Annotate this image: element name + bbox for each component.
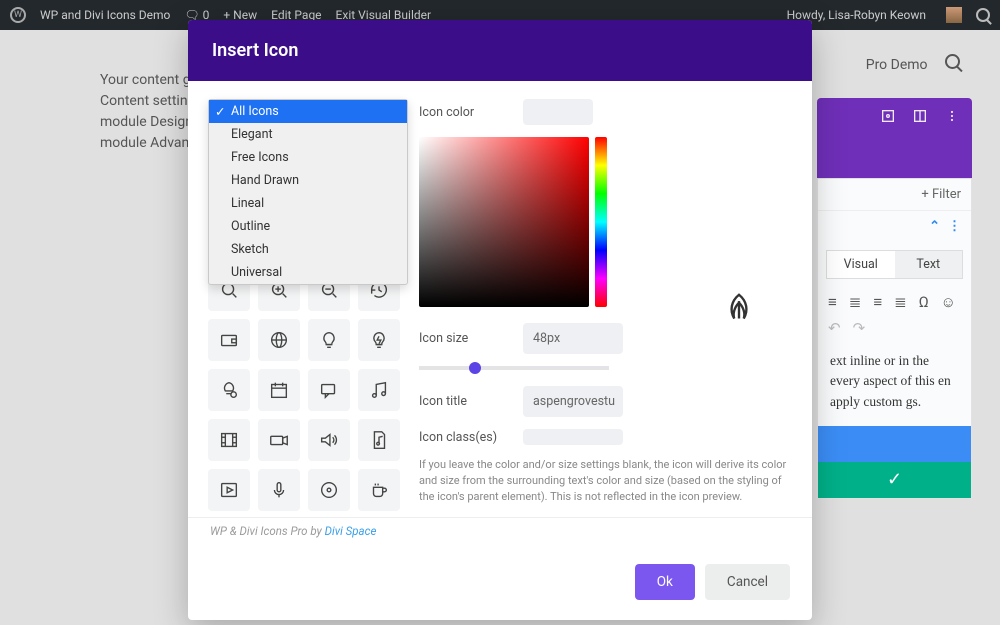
expand-icon[interactable]: [880, 108, 896, 124]
ok-button[interactable]: Ok: [635, 564, 695, 600]
insert-icon-modal: Insert Icon All Icons Elegant Free Icons…: [188, 20, 812, 620]
collapse-icon[interactable]: ⌃: [929, 219, 940, 234]
dropdown-option[interactable]: Hand Drawn: [209, 169, 407, 192]
dropdown-option[interactable]: Free Icons: [209, 146, 407, 169]
icon-classes-label: Icon class(es): [419, 430, 509, 445]
icon-classes-field[interactable]: [523, 429, 623, 445]
dropdown-option[interactable]: Elegant: [209, 123, 407, 146]
icon-pack-dropdown[interactable]: All Icons Elegant Free Icons Hand Drawn …: [208, 99, 408, 285]
icon-size-label: Icon size: [419, 331, 509, 346]
module-header-strip: [817, 98, 972, 178]
dropdown-option[interactable]: Outline: [209, 215, 407, 238]
blue-bar[interactable]: [818, 426, 971, 462]
help-text: If you leave the color and/or size setti…: [419, 457, 792, 505]
icon-size-field[interactable]: 48px: [523, 323, 623, 354]
search-icon[interactable]: [976, 8, 990, 22]
icon-title-field[interactable]: aspengrovestu: [523, 386, 623, 417]
icon-color-label: Icon color: [419, 105, 509, 120]
icon-play[interactable]: [208, 469, 250, 511]
dropdown-option[interactable]: Universal: [209, 261, 407, 284]
more-icon[interactable]: [944, 108, 960, 124]
align-center-icon[interactable]: ≣: [849, 293, 862, 311]
icon-mug[interactable]: [358, 469, 400, 511]
slider-thumb[interactable]: [469, 362, 481, 374]
icon-film[interactable]: [208, 419, 250, 461]
pro-demo-label: Pro Demo: [866, 54, 960, 76]
icon-mic[interactable]: [258, 469, 300, 511]
icon-wallet[interactable]: [208, 319, 250, 361]
align-justify-icon[interactable]: ≣: [894, 293, 907, 311]
editor-toolbar: ≡ ≣ ≡ ≣ Ω ☺ ↶ ↷: [818, 287, 971, 343]
align-left-icon[interactable]: ≡: [828, 293, 837, 311]
dropdown-option[interactable]: All Icons: [209, 100, 407, 123]
footer-note: WP & Divi Icons Pro by Divi Space: [188, 517, 812, 552]
filter-button[interactable]: + Filter: [818, 179, 971, 211]
color-picker[interactable]: [419, 137, 792, 307]
icon-camera[interactable]: [258, 419, 300, 461]
saturation-box[interactable]: [419, 137, 589, 307]
cancel-button[interactable]: Cancel: [705, 564, 790, 600]
hue-slider[interactable]: [595, 137, 607, 307]
icon-bulb[interactable]: [308, 319, 350, 361]
editor-tabs: Visual Text: [826, 250, 963, 279]
icon-title-label: Icon title: [419, 394, 509, 409]
undo-icon[interactable]: ↶: [828, 319, 841, 337]
tab-visual[interactable]: Visual: [827, 251, 895, 278]
panel-more-icon[interactable]: ⋮: [948, 219, 961, 234]
icon-chat[interactable]: [308, 369, 350, 411]
icon-music[interactable]: [358, 369, 400, 411]
align-right-icon[interactable]: ≡: [873, 293, 882, 311]
divi-space-link[interactable]: Divi Space: [325, 524, 377, 538]
icon-bulb-bolt[interactable]: [358, 319, 400, 361]
confirm-bar[interactable]: ✓: [818, 462, 971, 498]
wp-logo-icon[interactable]: W: [10, 7, 26, 23]
icon-music-file[interactable]: [358, 419, 400, 461]
icon-speaker[interactable]: [308, 419, 350, 461]
dropdown-option[interactable]: Lineal: [209, 192, 407, 215]
redo-icon[interactable]: ↷: [853, 319, 866, 337]
site-title-link[interactable]: WP and Divi Icons Demo: [40, 8, 170, 22]
icon-bulb-gear[interactable]: [208, 369, 250, 411]
icon-calendar[interactable]: [258, 369, 300, 411]
columns-icon[interactable]: [912, 108, 928, 124]
size-slider[interactable]: [419, 366, 609, 370]
tab-text[interactable]: Text: [895, 251, 963, 278]
editor-content[interactable]: ext inline or in the every aspect of thi…: [818, 343, 971, 426]
site-title: WP and Divi Icons Demo: [40, 8, 170, 22]
avatar[interactable]: [946, 7, 962, 23]
icon-disc[interactable]: [308, 469, 350, 511]
page-search-icon[interactable]: [945, 54, 960, 69]
icon-color-swatch[interactable]: [523, 99, 593, 125]
icon-globe[interactable]: [258, 319, 300, 361]
dropdown-option[interactable]: Sketch: [209, 238, 407, 261]
emoji-icon[interactable]: ☺: [941, 293, 956, 311]
modal-title: Insert Icon: [188, 20, 812, 81]
icon-preview: [720, 290, 758, 332]
editor-side-panel: + Filter ⌃ ⋮ Visual Text ≡ ≣ ≡ ≣ Ω ☺ ↶ ↷…: [817, 178, 972, 499]
omega-icon[interactable]: Ω: [919, 293, 929, 311]
